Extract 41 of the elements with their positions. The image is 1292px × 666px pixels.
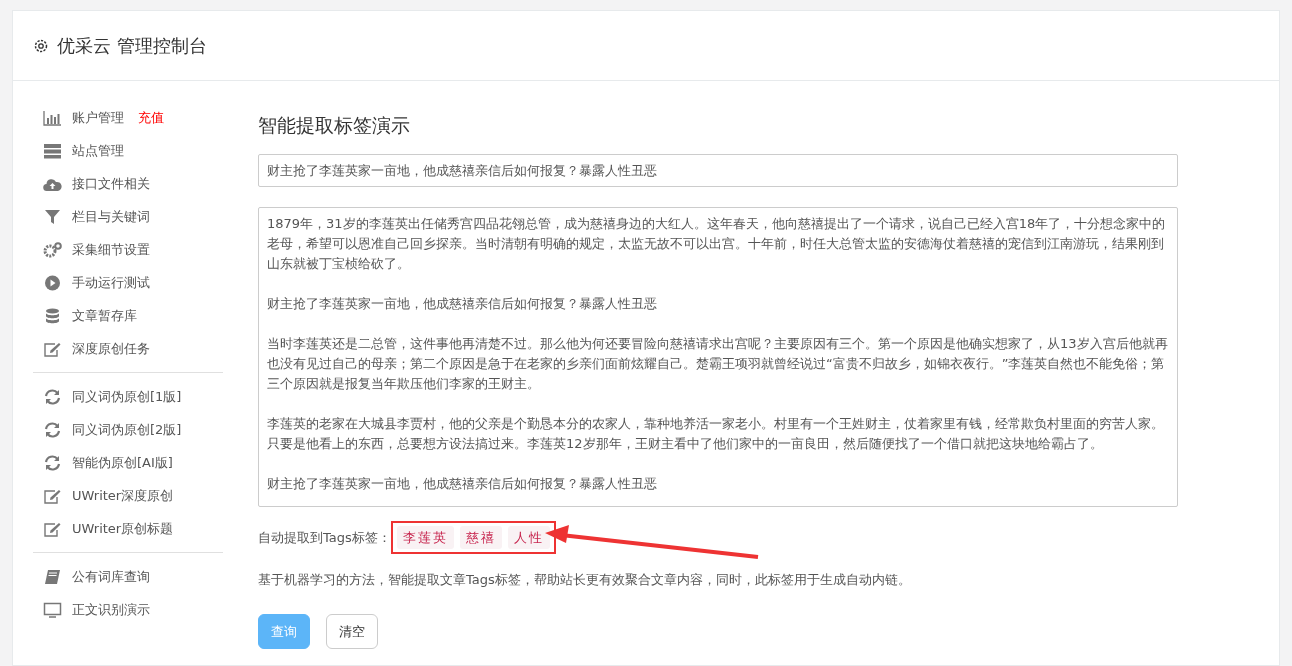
refresh-icon: [43, 388, 62, 405]
refresh-icon: [43, 421, 62, 438]
refresh-icon: [43, 454, 62, 471]
edit-icon: [43, 520, 62, 537]
tags-label: 自动提取到Tags标签：: [258, 528, 391, 547]
sidebar-link[interactable]: 站点管理: [72, 140, 124, 161]
sidebar-link[interactable]: 正文识别演示: [72, 599, 150, 620]
server-icon: [43, 142, 62, 159]
recharge-link[interactable]: 充值: [138, 107, 164, 128]
edit-icon: [43, 487, 62, 504]
page-title: 优采云 管理控制台: [57, 34, 207, 58]
database-icon: [43, 307, 62, 324]
sidebar-link[interactable]: 手动运行测试: [72, 272, 150, 293]
description-text: 基于机器学习的方法，智能提取文章Tags标签，帮助站长更有效聚合文章内容，同时，此标签用于生成自动内链。: [258, 571, 912, 589]
sidebar-link[interactable]: 智能伪原创[AI版]: [72, 452, 173, 473]
sidebar-link[interactable]: 同义词伪原创[2版]: [72, 419, 182, 440]
sidebar-link[interactable]: 公有词库查询: [72, 566, 150, 587]
tag: 人性: [507, 525, 550, 549]
tag: 李莲英: [396, 525, 454, 549]
sidebar-link[interactable]: 同义词伪原创[1版]: [72, 386, 182, 407]
gears-icon: [43, 241, 62, 258]
play-icon: [43, 274, 62, 291]
title-field[interactable]: 财主抢了李莲英家一亩地，他成慈禧亲信后如何报复？暴露人性丑恶: [258, 153, 1178, 187]
section-heading: 智能提取标签演示: [258, 113, 411, 138]
settings-icon: [33, 37, 49, 54]
sidebar-link[interactable]: 接口文件相关: [72, 173, 150, 194]
bar-chart-icon: [43, 109, 62, 126]
sidebar-link[interactable]: 栏目与关键词: [72, 206, 150, 227]
book-icon: [43, 568, 62, 585]
sidebar-link[interactable]: 深度原创任务: [72, 338, 150, 359]
sidebar-link[interactable]: 文章暂存库: [72, 305, 137, 326]
monitor-icon: [43, 601, 62, 618]
sidebar-link[interactable]: 账户管理: [72, 107, 124, 128]
tag: 慈禧: [459, 525, 502, 549]
sidebar-link[interactable]: 采集细节设置: [72, 239, 150, 260]
sidebar-link[interactable]: UWriter深度原创: [72, 485, 174, 506]
article-field[interactable]: 1879年，31岁的李莲英出任储秀宫四品花翎总管，成为慈禧身边的大红人。这年春天，他向慈禧提出了一个请求，说自己已经入宫18年了，十分想念家中的老母，希望可以恩准自己回乡探亲。当时清朝有明确的规定，太监无故不可以出宫。十年前，时任大总管太监的安德海仗着慈禧的宠信到江南游玩，结果刚到山东就被丁宝桢给砍了。 财主抢了李莲英家一亩地，他成慈禧亲信后如何报复？暴露人性丑恶 当时李莲英还是二总管，这件事他再清楚不过。那么他为何还要冒险向慈禧请求出宫呢？主要原因有三个。第一个原因是他确实想家了，从13岁入宫后他就再也没有见过自己的母亲；第二个原因是急于在老家的乡亲们面前炫耀自己。楚霸王项羽就曾经说过“富贵不归故乡，如锦衣夜行。”李莲英自然也不能免俗；第三个原因就是报复当年欺压他们李家的王财主。 李莲英的老家在大城县李贾村，他的父亲是个勤恳本分的农家人，靠种地养活一家老小。村里有一个王姓财主，仗着家里有钱，经常欺负村里面的穷苦人家。只要是他看上的东西，总要想方设法搞过来。李莲英12岁那年，王财主看中了他们家中的一亩良田，然后随便找了一个借口就把这块地给霸占了。 财主抢了李莲英家一亩地，他成慈禧亲信后如何报复？暴露人性丑恶: [258, 207, 1178, 507]
clear-button[interactable]: 清空: [326, 613, 378, 649]
sidebar-link[interactable]: UWriter原创标题: [72, 518, 174, 539]
edit-icon: [43, 340, 62, 357]
filter-icon: [43, 208, 62, 225]
